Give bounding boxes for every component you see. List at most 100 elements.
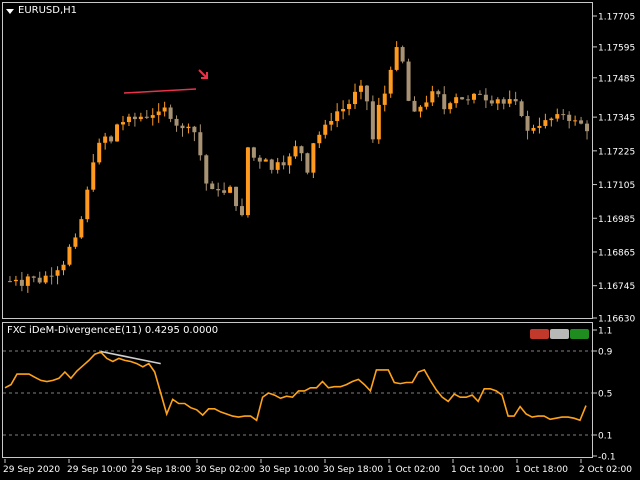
price-label: 1.17485: [598, 74, 635, 84]
price-axis: 1.17705 1.17595 1.17485 1.17345 1.17225 1.171…: [593, 13, 635, 325]
indicator-axis: 1.1 0.9 0.5 0.1 -0.1: [593, 327, 616, 463]
candle-body: [281, 162, 286, 166]
chart-canvas[interactable]: 1.17705 1.17595 1.17485 1.17345 1.17225 1.171…: [0, 0, 640, 480]
time-label: 1 Oct 10:00: [451, 465, 504, 475]
time-label: 30 Sep 10:00: [259, 465, 319, 475]
candle-body: [144, 116, 149, 118]
level-label: 1.1: [598, 327, 612, 337]
candle-body: [555, 114, 560, 119]
candle-body: [115, 124, 120, 142]
candle-body: [287, 156, 292, 166]
candle-body: [97, 142, 102, 163]
time-label: 29 Sep 18:00: [131, 465, 191, 475]
candle-body: [370, 101, 375, 140]
candle-body: [275, 162, 280, 170]
candle-body: [430, 91, 435, 103]
candle-body: [55, 270, 60, 276]
time-label: 30 Sep 18:00: [323, 465, 383, 475]
divergence-arrow-icon: [198, 69, 208, 79]
candle-body: [561, 114, 566, 116]
candle-body: [513, 99, 518, 102]
candle-body: [25, 276, 30, 286]
candle-body: [103, 136, 108, 143]
candle-body: [263, 159, 268, 162]
candle-body: [573, 120, 578, 122]
candle-body: [549, 118, 554, 121]
time-label: 1 Oct 02:00: [387, 465, 440, 475]
divergence-annotations: [123, 69, 208, 94]
candle-body: [293, 146, 298, 157]
candle-body: [192, 126, 197, 133]
candle-body: [31, 276, 36, 278]
trading-chart-window: 1.17705 1.17595 1.17485 1.17345 1.17225 1.171…: [0, 0, 640, 480]
time-label: 1 Oct 18:00: [515, 465, 568, 475]
candle-body: [477, 93, 482, 95]
time-axis: 29 Sep 2020 29 Sep 10:00 29 Sep 18:00 30 Se…: [3, 459, 632, 475]
level-label: 0.9: [598, 348, 613, 358]
candle-body: [228, 186, 233, 193]
candle-body: [311, 143, 316, 173]
candle-body: [198, 132, 203, 156]
candle-body: [162, 107, 167, 112]
candle-body: [85, 189, 90, 220]
candle-body: [43, 275, 48, 283]
candle-body: [37, 277, 42, 283]
candle-body: [537, 125, 542, 128]
time-label: 29 Sep 10:00: [67, 465, 127, 475]
candle-body: [507, 99, 512, 104]
candle-body: [442, 94, 447, 110]
candle-body: [448, 103, 453, 110]
candle-body: [585, 123, 590, 132]
candle-body: [412, 100, 417, 112]
price-label: 1.17105: [598, 181, 635, 191]
neutral-signal-button[interactable]: [550, 329, 569, 339]
candle-body: [7, 281, 12, 283]
candle-body: [180, 125, 185, 129]
price-label: 1.16865: [598, 248, 635, 258]
candle-body: [376, 104, 381, 140]
candle-body: [13, 279, 18, 282]
candle-body: [49, 275, 54, 277]
candle-body: [394, 47, 399, 70]
candle-body: [495, 99, 500, 104]
candle-body: [317, 134, 322, 144]
candle-body: [305, 153, 310, 173]
indicator-title: FXC iDeM-DivergenceE(11) 0.4295 0.0000: [7, 325, 219, 336]
candle-body: [251, 147, 256, 158]
candle-body: [67, 246, 72, 265]
candle-body: [579, 120, 584, 124]
candle-body: [358, 85, 363, 92]
candle-body: [222, 190, 227, 193]
candle-body: [424, 102, 429, 107]
candle-body: [460, 97, 465, 100]
candle-body: [216, 189, 221, 191]
level-label: 0.1: [598, 432, 612, 442]
candle-body: [269, 159, 274, 170]
candle-body: [382, 93, 387, 105]
price-label: 1.16985: [598, 215, 635, 225]
candle-body: [489, 100, 494, 104]
price-divergence-line: [123, 88, 197, 94]
sell-signal-button[interactable]: [530, 329, 549, 339]
candle-body: [109, 136, 114, 142]
candle-body: [132, 116, 137, 120]
candle-body: [234, 186, 239, 207]
candle-body: [466, 99, 471, 101]
chart-symbol-title: EURUSD,H1: [18, 5, 78, 16]
candle-body: [245, 147, 250, 216]
chart-menu-icon[interactable]: [6, 9, 14, 14]
time-label: 2 Oct 02:00: [579, 465, 632, 475]
price-label: 1.16745: [598, 282, 635, 292]
candle-body: [323, 124, 328, 135]
candle-body: [483, 94, 488, 101]
candle-body: [400, 47, 405, 62]
price-label: 1.17345: [598, 114, 635, 124]
buy-signal-button[interactable]: [570, 329, 589, 339]
candle-body: [436, 91, 441, 95]
candle-body: [168, 107, 173, 119]
candle-body: [471, 93, 476, 100]
candle-body: [335, 111, 340, 122]
time-label: 29 Sep 2020: [3, 465, 60, 475]
candle-body: [519, 101, 524, 117]
candle-body: [341, 108, 346, 112]
